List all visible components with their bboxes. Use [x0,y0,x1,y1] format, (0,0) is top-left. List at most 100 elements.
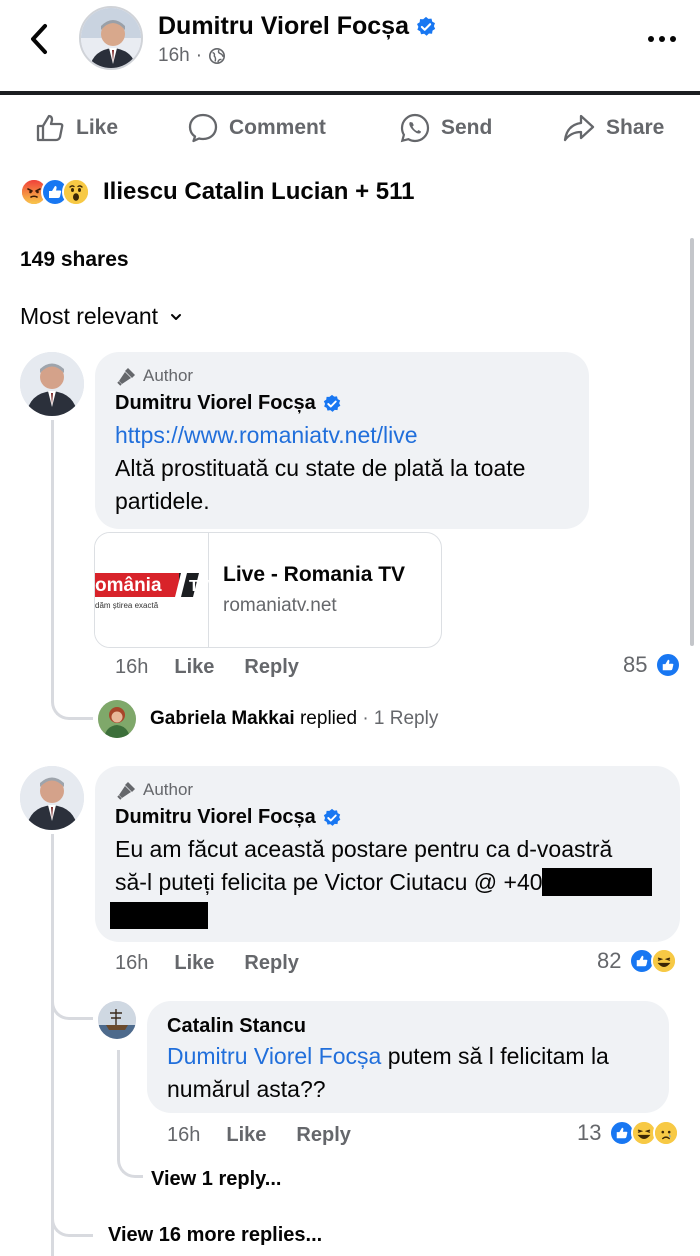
reply-time: 16h [167,1124,201,1146]
comment-bubble: Author Dumitru Viorel Focșa https://www.… [95,352,589,529]
comment-bubble-icon [188,113,218,143]
globe-icon [209,47,226,65]
view-replies-link[interactable]: View 1 reply... [151,1168,281,1191]
sort-label: Most relevant [20,303,159,329]
verified-badge-icon [417,16,436,36]
dot-icon [670,36,676,42]
comment-link[interactable]: https://www.romaniatv.net/live [115,419,569,452]
redaction-box [542,868,652,896]
reply-author-name-text[interactable]: Catalin Stancu [167,1015,306,1038]
view-more-replies-link[interactable]: View 16 more replies... [108,1224,322,1247]
share-arrow-icon [563,114,595,142]
logo-slogan: dăm știrea exactă [95,601,159,610]
commenter-name-text[interactable]: Dumitru Viorel Focșa [115,806,316,829]
poster-name-text[interactable]: Dumitru Viorel Focșa [158,12,409,41]
thread-connector [51,980,93,1020]
reaction-count-number: 82 [597,948,622,973]
comment-reaction-count[interactable]: 82 [597,948,678,974]
mention-link[interactable]: Dumitru Viorel Focșa [167,1043,381,1069]
verified-badge-icon [323,394,341,412]
logo-text: omânia [95,575,162,596]
thread-line [51,420,54,700]
comment-reply-button[interactable]: Reply [244,952,298,975]
link-preview-card[interactable]: omânia TV dăm știrea exactă Live - Roman… [94,532,442,648]
microphone-icon [117,368,135,386]
reply-count[interactable]: · 1 Reply [362,708,438,729]
thread-line [117,1050,120,1160]
thumbs-up-icon [36,114,64,142]
reaction-icons [20,178,90,206]
sad-icon [653,1120,680,1146]
chevron-down-icon [171,313,182,320]
shares-count[interactable]: 149 shares [20,248,129,272]
redaction-box [110,902,208,929]
author-badge: Author [115,780,660,800]
post-time: 16h [158,45,190,66]
like-label: Like [76,116,119,139]
logo-tag: TV [189,578,209,595]
link-title[interactable]: Live - Romania TV [223,563,405,587]
microphone-icon [117,782,135,800]
commenter-name-text[interactable]: Dumitru Viorel Focșa [115,392,316,415]
reply-avatar[interactable] [98,1001,136,1039]
comment-avatar[interactable] [20,352,84,416]
reply-text: putem să l felicitam la [381,1043,609,1069]
dot-icon [648,36,654,42]
reaction-count-number: 13 [577,1120,602,1145]
header-divider [0,91,700,95]
share-button[interactable]: Share [562,112,664,144]
haha-icon [651,948,678,974]
author-badge: Author [115,366,569,386]
link-thumbnail: omânia TV dăm știrea exactă [95,533,210,647]
scrollbar[interactable] [690,238,694,646]
poster-name[interactable]: Dumitru Viorel Focșa [158,12,437,41]
post-action-bar: Like Comment Send Share [0,104,700,154]
comment-like-button[interactable]: Like [174,952,214,975]
comment-meta: 16h Like Reply [115,656,329,679]
commenter-name[interactable]: Dumitru Viorel Focșa [115,806,660,829]
verified-badge-icon [323,808,341,826]
reactions-summary[interactable]: Iliescu Catalin Lucian + 511 [20,178,414,206]
reply-author-name[interactable]: Catalin Stancu [167,1015,649,1038]
thread-connector [51,680,93,720]
comment-button[interactable]: Comment [187,112,326,144]
comment-avatar[interactable] [20,766,84,830]
send-label: Send [441,116,493,139]
more-options-button[interactable] [640,26,684,52]
commenter-name[interactable]: Dumitru Viorel Focșa [115,392,569,415]
reply-bubble: Catalin Stancu Dumitru Viorel Focșa pute… [147,1001,669,1113]
replier-avatar [98,700,136,738]
share-label: Share [606,116,665,139]
comment-time: 16h [115,656,149,678]
wow-icon [62,178,90,206]
comment-reply-button[interactable]: Reply [244,656,298,679]
post-header: Dumitru Viorel Focșa 16h · [0,0,700,92]
poster-avatar[interactable] [79,6,143,70]
reply-reply-button[interactable]: Reply [296,1124,350,1147]
author-badge-label: Author [143,780,194,799]
replier-name[interactable]: Gabriela Makkai [150,708,295,729]
like-icon [655,652,682,678]
comment-text: Altă prostituată cu state de plată la to… [115,455,526,514]
comment-sort-dropdown[interactable]: Most relevant [20,303,182,330]
reactors-text[interactable]: Iliescu Catalin Lucian + 511 [103,178,414,206]
comment-like-button[interactable]: Like [174,656,214,679]
author-badge-label: Author [143,366,194,385]
comment-meta: 16h Like Reply [115,952,329,975]
send-button[interactable]: Send [399,112,492,144]
reply-like-button[interactable]: Like [226,1124,266,1147]
thread-connector [51,1205,93,1237]
meta-separator: · [195,45,203,66]
back-button[interactable] [22,22,56,56]
reply-text-line: numărul asta?? [167,1076,326,1102]
comment-time: 16h [115,952,149,974]
like-button[interactable]: Like [34,112,118,144]
reply-reaction-count[interactable]: 13 [577,1120,680,1146]
replied-verb: replied [299,708,358,729]
link-domain: romaniatv.net [223,595,337,616]
thread-line [51,834,54,1256]
comment-label: Comment [229,116,326,139]
comment-reaction-count[interactable]: 85 [623,652,682,678]
replies-summary[interactable]: Gabriela Makkai replied · 1 Reply [98,700,438,738]
dot-icon [659,36,665,42]
